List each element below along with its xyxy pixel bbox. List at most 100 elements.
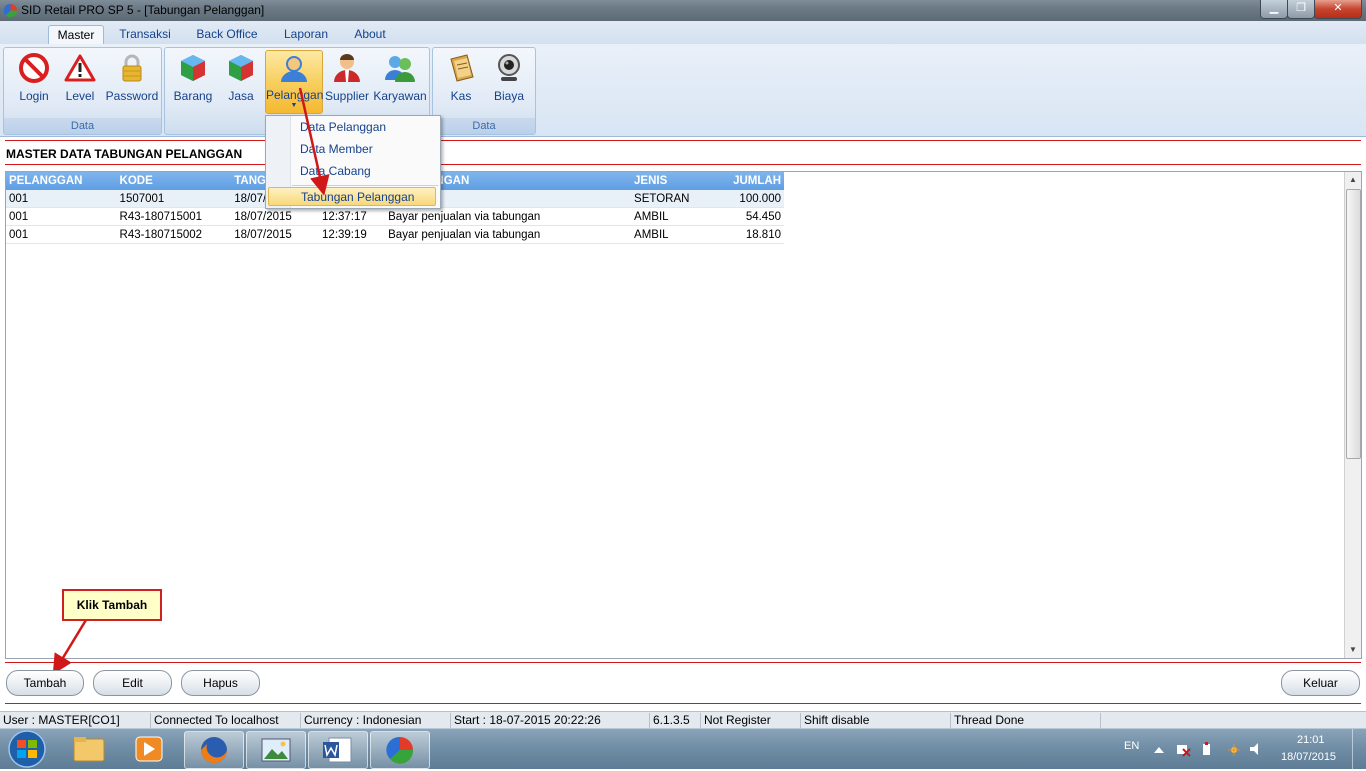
annotation-callout: Klik Tambah: [62, 589, 162, 621]
status-thread: Thread Done: [951, 713, 1101, 728]
folder-icon: [73, 737, 105, 762]
window-title: SID Retail PRO SP 5 - [Tabungan Pelangga…: [21, 3, 265, 17]
clock-date[interactable]: 18/07/2015: [1281, 751, 1336, 763]
warning-icon: [64, 54, 96, 82]
menu-item-data-member[interactable]: Data Member: [300, 142, 373, 156]
status-connection: Connected To localhost: [151, 713, 301, 728]
cell-pelanggan: 001: [6, 207, 117, 226]
tray-expand-icon: [1154, 747, 1164, 753]
cell-tanggal: 18/07/2015: [231, 207, 320, 226]
cell-pelanggan: 001: [6, 190, 117, 208]
status-bar: User : MASTER[CO1] Connected To localhos…: [0, 711, 1366, 729]
vertical-scrollbar[interactable]: ▲ ▼: [1344, 172, 1361, 658]
taskbar-explorer[interactable]: [60, 731, 118, 767]
word-icon: [323, 737, 352, 763]
cell-kode: R43-180715001: [116, 207, 232, 226]
cell-tanggal: 18/07/2015: [231, 225, 320, 244]
ledger-book-icon: [450, 54, 474, 82]
data-grid[interactable]: PELANGGAN KODE TANGGAL KETERANGAN JENIS …: [5, 171, 1362, 659]
taskbar-photo-viewer[interactable]: [246, 731, 306, 769]
cell-jam: 12:37:17: [319, 207, 386, 226]
menu-item-data-cabang[interactable]: Data Cabang: [300, 164, 371, 178]
employees-icon: [385, 56, 415, 82]
karyawan-label: Karyawan: [373, 89, 427, 103]
ribbon-group-data-3: Kas Biaya Data: [432, 47, 536, 135]
scroll-up-icon[interactable]: ▲: [1345, 172, 1361, 188]
show-desktop-button[interactable]: [1352, 729, 1366, 769]
firefox-icon: [201, 737, 227, 763]
supplier-label: Supplier: [325, 89, 370, 103]
karyawan-button[interactable]: Karyawan: [373, 50, 427, 112]
table-row[interactable]: 001 R43-180715001 18/07/2015 12:37:17 Ba…: [6, 207, 784, 226]
biaya-label: Biaya: [493, 89, 525, 103]
taskbar-media-player[interactable]: [120, 731, 178, 767]
webcam-icon: [498, 54, 520, 81]
page-title: MASTER DATA TABUNGAN PELANGGAN: [6, 147, 243, 161]
title-bar: SID Retail PRO SP 5 - [Tabungan Pelangga…: [0, 0, 1366, 21]
level-button[interactable]: Level: [60, 50, 100, 112]
cell-jumlah: 54.450: [715, 207, 784, 226]
taskbar-sid-retail[interactable]: [370, 731, 430, 769]
businessman-icon: [334, 54, 360, 82]
login-button[interactable]: Login: [12, 50, 56, 112]
biaya-button[interactable]: Biaya: [487, 50, 531, 112]
column-header[interactable]: KODE: [116, 172, 232, 190]
hapus-button[interactable]: Hapus: [181, 670, 260, 696]
customer-icon: [281, 56, 307, 82]
clock-time[interactable]: 21:01: [1297, 734, 1325, 746]
status-shift: Shift disable: [801, 713, 951, 728]
volume-icon: [1250, 743, 1258, 755]
status-user: User : MASTER[CO1]: [0, 713, 151, 728]
column-header[interactable]: JENIS: [631, 172, 716, 190]
tab-laporan[interactable]: Laporan: [276, 25, 336, 45]
kas-label: Kas: [450, 89, 472, 103]
divider: [5, 662, 1361, 663]
ribbon-panel: Login Level Password Data Barang Jasa Pe…: [0, 44, 1366, 137]
cell-kode: R43-180715002: [116, 225, 232, 244]
supplier-button[interactable]: Supplier: [325, 50, 369, 112]
app-icon: [3, 3, 18, 18]
cell-jumlah: 100.000: [715, 190, 784, 208]
password-button[interactable]: Password: [104, 50, 160, 112]
cell-keterangan: Bayar penjualan via tabungan: [385, 207, 632, 226]
cell-kode: 1507001: [116, 190, 232, 208]
close-button[interactable]: ✕: [1314, 0, 1362, 19]
ribbon-tab-bar: Master Transaksi Back Office Laporan Abo…: [0, 21, 1366, 46]
divider: [5, 164, 1361, 165]
edit-button[interactable]: Edit: [93, 670, 172, 696]
taskbar: EN 21:01 18/07/2015: [0, 728, 1366, 769]
menu-separator: [292, 185, 438, 186]
maximize-button[interactable]: ❐: [1287, 0, 1315, 19]
pelanggan-button[interactable]: Pelanggan ▼: [265, 50, 323, 114]
pelanggan-label: Pelanggan: [266, 88, 324, 102]
tab-back-office[interactable]: Back Office: [190, 25, 264, 45]
barang-label: Barang: [173, 89, 213, 103]
cell-jenis: SETORAN: [631, 190, 716, 208]
column-header[interactable]: JUMLAH: [715, 172, 784, 190]
barang-button[interactable]: Barang: [171, 50, 215, 112]
scroll-down-icon[interactable]: ▼: [1345, 642, 1361, 658]
tab-master[interactable]: Master: [48, 25, 104, 46]
start-orb-icon[interactable]: [4, 729, 50, 769]
tambah-button[interactable]: Tambah: [6, 670, 84, 696]
tab-about[interactable]: About: [346, 25, 394, 45]
scroll-thumb[interactable]: [1346, 189, 1361, 459]
system-tray-icons[interactable]: [1150, 739, 1260, 759]
menu-item-data-pelanggan[interactable]: Data Pelanggan: [300, 120, 386, 134]
cell-jenis: AMBIL: [631, 207, 716, 226]
column-header[interactable]: PELANGGAN: [6, 172, 117, 190]
kas-button[interactable]: Kas: [439, 50, 483, 112]
login-label: Login: [19, 89, 49, 103]
minimize-button[interactable]: ▁: [1260, 0, 1288, 19]
taskbar-word[interactable]: [308, 731, 368, 769]
level-label: Level: [65, 89, 95, 103]
jasa-button[interactable]: Jasa: [219, 50, 263, 112]
taskbar-firefox[interactable]: [184, 731, 244, 769]
status-start: Start : 18-07-2015 20:22:26: [451, 713, 650, 728]
status-version: 6.1.3.5: [650, 713, 701, 728]
table-row[interactable]: 001 R43-180715002 18/07/2015 12:39:19 Ba…: [6, 225, 784, 244]
menu-item-tabungan-pelanggan[interactable]: Tabungan Pelanggan: [268, 187, 436, 206]
language-indicator[interactable]: EN: [1124, 740, 1139, 752]
keluar-button[interactable]: Keluar: [1281, 670, 1360, 696]
tab-transaksi[interactable]: Transaksi: [113, 25, 177, 45]
